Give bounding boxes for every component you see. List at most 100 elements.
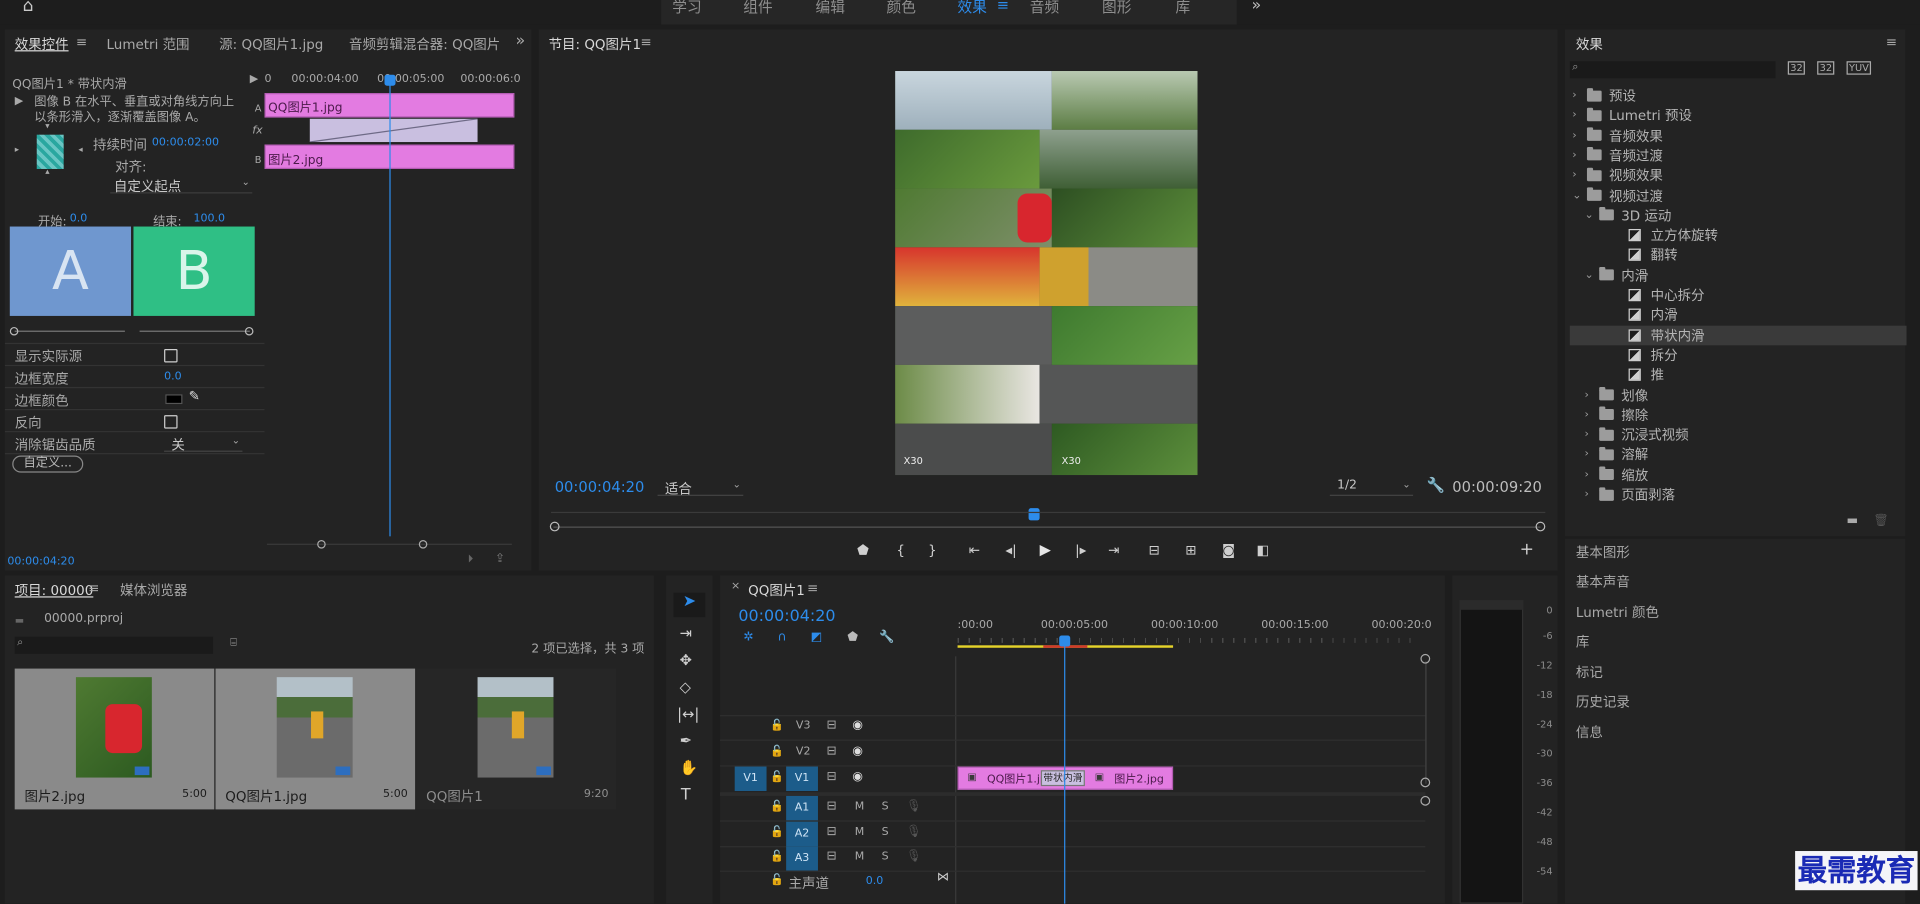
program-playhead[interactable]: [1028, 508, 1040, 521]
border-width-value[interactable]: 0.0: [164, 371, 182, 383]
effects-folder[interactable]: › 擦除: [1570, 405, 1907, 425]
timeline-transition[interactable]: 带状内滑: [1040, 770, 1085, 787]
menu-item[interactable]: 颜色: [887, 0, 916, 17]
lock-icon[interactable]: 🔓: [770, 720, 784, 732]
scroll-handle[interactable]: [1420, 795, 1431, 806]
lock-icon[interactable]: 🔓: [770, 851, 784, 863]
panel-menu-icon[interactable]: ≡: [807, 580, 818, 596]
slip-tool-icon[interactable]: |↔|: [677, 705, 699, 722]
scrub-bar[interactable]: [553, 526, 1541, 528]
track-select-tool-icon[interactable]: ⇥: [680, 624, 692, 641]
nest-icon[interactable]: ✲: [743, 631, 753, 644]
duration-value[interactable]: 00:00:02:00: [152, 137, 219, 149]
chevron-right-icon[interactable]: ›: [1585, 429, 1600, 441]
menu-item-active[interactable]: 效果: [958, 0, 987, 17]
snap-icon[interactable]: ∩: [778, 631, 787, 644]
effects-folder[interactable]: › 沉浸式视频: [1570, 425, 1907, 445]
more-chevron-icon[interactable]: »: [1244, 0, 1268, 14]
program-title[interactable]: 节目: QQ图片1: [549, 34, 641, 54]
panel-menu-icon[interactable]: ≡: [1886, 34, 1897, 50]
section-info[interactable]: 信息: [1576, 722, 1603, 742]
scrub-start-handle[interactable]: [549, 521, 560, 532]
tab-lumetri-scopes[interactable]: Lumetri 范围: [107, 34, 190, 54]
sync-lock-icon[interactable]: ⊟: [827, 825, 837, 838]
accelerated-icon[interactable]: 32: [1787, 61, 1806, 75]
razor-tool-icon[interactable]: ◇: [680, 678, 691, 695]
mark-in-icon[interactable]: {: [896, 542, 905, 558]
lock-icon[interactable]: 🔓: [770, 746, 784, 758]
section-history[interactable]: 历史记录: [1576, 692, 1630, 712]
timeline-clip-2[interactable]: ▣ 图片2.jpg: [1087, 769, 1173, 789]
chevron-right-icon[interactable]: ›: [1572, 109, 1587, 121]
scroll-handle[interactable]: [1420, 653, 1431, 664]
tab-audio-mixer[interactable]: 音频剪辑混合器: QQ图片: [349, 34, 500, 54]
zoom-handle[interactable]: [418, 540, 428, 549]
eye-icon[interactable]: ◉: [852, 719, 863, 732]
effects-search-input[interactable]: ⌕: [1569, 61, 1776, 79]
pen-tool-icon[interactable]: ✒: [680, 732, 692, 749]
menu-item[interactable]: 库: [1176, 0, 1191, 17]
end-slider[interactable]: [139, 330, 250, 332]
effects-folder[interactable]: › 溶解: [1570, 445, 1907, 465]
sync-lock-icon[interactable]: ⊟: [827, 800, 837, 813]
play-small-icon[interactable]: ▶: [250, 73, 258, 85]
chevron-right-icon[interactable]: ›: [1585, 389, 1600, 401]
filter-icon[interactable]: ⏵: [468, 553, 474, 565]
step-forward-icon[interactable]: |▸: [1075, 542, 1086, 558]
microphone-icon[interactable]: 🎙: [906, 800, 922, 813]
selection-tool-icon[interactable]: ➤: [673, 592, 706, 618]
playhead-handle[interactable]: [384, 74, 396, 86]
zoom-scrollbar[interactable]: [266, 543, 512, 545]
effects-folder[interactable]: › 音频过渡: [1570, 146, 1907, 166]
solo-button[interactable]: S: [882, 851, 889, 863]
eye-icon[interactable]: ◉: [852, 744, 863, 757]
wrench-icon[interactable]: 🔧: [1427, 476, 1445, 493]
step-back-icon[interactable]: ◂|: [1005, 542, 1016, 558]
start-slider[interactable]: [14, 330, 125, 332]
source-patch-v1[interactable]: V1: [734, 766, 767, 792]
close-icon[interactable]: ×: [731, 580, 740, 592]
menu-item[interactable]: 音频: [1030, 0, 1059, 17]
lock-icon[interactable]: 🔓: [770, 874, 784, 886]
master-value[interactable]: 0.0: [866, 876, 884, 888]
sync-lock-icon[interactable]: ⊟: [827, 850, 837, 863]
border-color-swatch[interactable]: [165, 394, 183, 405]
track-target-a3[interactable]: A3: [786, 846, 818, 871]
section-essential-graphics[interactable]: 基本图形: [1576, 542, 1630, 562]
direction-arrow-icon[interactable]: ▾: [45, 121, 49, 131]
mute-button[interactable]: M: [855, 851, 865, 863]
add-marker-icon[interactable]: ⬟: [847, 631, 858, 644]
chevron-right-icon[interactable]: ›: [1585, 409, 1600, 421]
video-scrollbar[interactable]: [1425, 661, 1427, 784]
chevron-right-icon[interactable]: ›: [1572, 129, 1587, 141]
end-slider-handle[interactable]: [244, 326, 254, 336]
section-lumetri-color[interactable]: Lumetri 颜色: [1576, 602, 1659, 622]
go-to-out-icon[interactable]: ⇥: [1108, 542, 1119, 558]
32bit-icon[interactable]: 32: [1817, 61, 1835, 75]
effects-folder[interactable]: › Lumetri 预设: [1570, 106, 1907, 126]
track-target-v1[interactable]: V1: [786, 766, 818, 792]
track-target-a1[interactable]: A1: [786, 795, 818, 821]
timeline-tab[interactable]: QQ图片1: [748, 580, 805, 600]
align-dropdown[interactable]: 自定义起点 ⌄: [110, 176, 253, 195]
home-icon[interactable]: ⌂: [15, 0, 42, 17]
chevron-down-icon[interactable]: ⌄: [1585, 209, 1600, 221]
solo-button[interactable]: S: [882, 827, 889, 839]
menu-item[interactable]: 组件: [743, 0, 772, 17]
effects-item[interactable]: 内滑: [1570, 305, 1907, 325]
tab-project[interactable]: 项目: 00000: [15, 580, 94, 600]
project-item[interactable]: QQ图片1.jpg 5:00: [215, 668, 416, 810]
chevron-right-icon[interactable]: ›: [1585, 449, 1600, 461]
solo-button[interactable]: S: [882, 801, 889, 813]
compare-icon[interactable]: ◧: [1256, 542, 1269, 558]
ripple-edit-tool-icon[interactable]: ✥: [680, 651, 692, 668]
tab-effect-controls[interactable]: 效果控件: [15, 34, 69, 54]
sync-lock-icon[interactable]: ⊟: [827, 719, 837, 732]
chevron-right-icon[interactable]: ›: [1572, 149, 1587, 161]
delete-icon[interactable]: 🗑: [1873, 514, 1889, 527]
start-value[interactable]: 0.0: [70, 213, 88, 225]
effects-folder[interactable]: › 音频效果: [1570, 126, 1907, 146]
add-button-icon[interactable]: +: [1520, 540, 1534, 560]
timeline-timecode[interactable]: 00:00:04:20: [738, 607, 835, 625]
timeline-settings-icon[interactable]: 🔧: [879, 631, 894, 644]
